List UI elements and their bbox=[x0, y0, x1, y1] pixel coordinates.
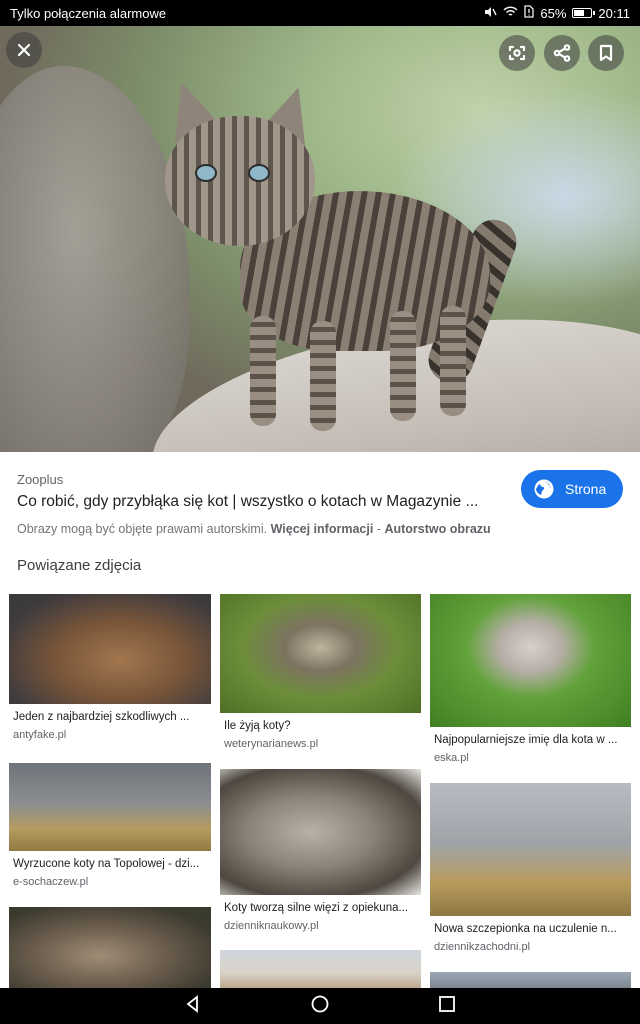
copyright-text: Obrazy mogą być objęte prawami autorskim… bbox=[17, 522, 268, 536]
related-caption: Jeden z najbardziej szkodliwych ... bbox=[13, 711, 190, 723]
mute-icon bbox=[483, 6, 498, 21]
clock: 20:11 bbox=[598, 5, 630, 21]
related-card[interactable] bbox=[9, 907, 211, 988]
main-image[interactable] bbox=[0, 26, 640, 452]
related-card[interactable]: Koty tworzą silne więzi z opiekuna... dz… bbox=[220, 769, 421, 932]
related-thumbnail bbox=[220, 594, 421, 713]
related-card[interactable] bbox=[430, 972, 631, 988]
related-card[interactable]: Nowa szczepionka na uczulenie n... dzien… bbox=[430, 783, 631, 953]
wifi-icon bbox=[503, 5, 518, 21]
copyright-notice: Obrazy mogą być objęte prawami autorskim… bbox=[17, 522, 491, 536]
share-icon bbox=[553, 44, 571, 62]
related-heading: Powiązane zdjęcia bbox=[17, 557, 142, 574]
battery-icon bbox=[572, 8, 596, 18]
related-caption: Koty tworzą silne więzi z opiekuna... bbox=[224, 902, 409, 914]
related-thumbnail bbox=[430, 972, 631, 988]
battery-percent: 65% bbox=[540, 5, 567, 21]
image-title[interactable]: Co robić, gdy przybłąka się kot | wszyst… bbox=[17, 493, 478, 511]
source-name[interactable]: Zooplus bbox=[17, 472, 63, 487]
back-triangle-icon bbox=[186, 994, 199, 1013]
related-source: eska.pl bbox=[434, 752, 469, 764]
share-button[interactable] bbox=[544, 35, 580, 71]
bookmark-icon bbox=[599, 44, 613, 62]
close-icon bbox=[17, 43, 31, 57]
related-thumbnail bbox=[9, 594, 211, 704]
related-source: e-sochaczew.pl bbox=[13, 876, 89, 888]
related-thumbnail bbox=[430, 594, 631, 727]
related-thumbnail bbox=[220, 769, 421, 895]
recents-button[interactable] bbox=[437, 994, 457, 1019]
related-caption: Ile żyją koty? bbox=[224, 720, 291, 732]
related-card[interactable]: Najpopularniejsze imię dla kota w ... es… bbox=[430, 594, 631, 764]
back-button[interactable] bbox=[183, 994, 203, 1019]
carrier-text: Tylko połączenia alarmowe bbox=[10, 5, 167, 21]
related-source: dziennikzachodni.pl bbox=[434, 941, 531, 953]
related-thumbnail bbox=[9, 907, 211, 988]
status-bar: Tylko połączenia alarmowe 65% 20:11 bbox=[0, 0, 640, 26]
copyright-separator: - bbox=[376, 522, 381, 536]
related-card[interactable] bbox=[220, 950, 421, 988]
visit-page-label: Strona bbox=[565, 481, 607, 497]
related-card[interactable]: Wyrzucone koty na Topolowej - dzi... e-s… bbox=[9, 763, 211, 888]
related-source: weterynarianews.pl bbox=[224, 738, 319, 750]
close-button[interactable] bbox=[6, 32, 42, 68]
lens-icon bbox=[508, 45, 526, 61]
related-thumbnail bbox=[430, 783, 631, 916]
related-source: antyfake.pl bbox=[13, 729, 67, 741]
visit-page-button[interactable]: Strona bbox=[521, 470, 623, 508]
author-link[interactable]: Autorstwo obrazu bbox=[384, 522, 490, 536]
related-card[interactable]: Jeden z najbardziej szkodliwych ... anty… bbox=[9, 594, 211, 741]
navigation-bar bbox=[0, 988, 640, 1024]
related-card[interactable]: Ile żyją koty? weterynarianews.pl bbox=[220, 594, 421, 750]
lens-button[interactable] bbox=[499, 35, 535, 71]
recents-square-icon bbox=[438, 995, 455, 1012]
home-circle-icon bbox=[311, 995, 329, 1012]
sim-alert-icon bbox=[524, 5, 535, 21]
home-button[interactable] bbox=[310, 994, 330, 1019]
related-caption: Nowa szczepionka na uczulenie n... bbox=[434, 923, 617, 935]
bookmark-button[interactable] bbox=[588, 35, 624, 71]
related-caption: Najpopularniejsze imię dla kota w ... bbox=[434, 734, 618, 746]
related-caption: Wyrzucone koty na Topolowej - dzi... bbox=[13, 858, 200, 870]
related-thumbnail bbox=[9, 763, 211, 851]
related-source: dzienniknaukowy.pl bbox=[224, 920, 319, 932]
globe-icon bbox=[534, 479, 554, 499]
more-info-link[interactable]: Więcej informacji bbox=[271, 522, 374, 536]
related-thumbnail bbox=[220, 950, 421, 988]
